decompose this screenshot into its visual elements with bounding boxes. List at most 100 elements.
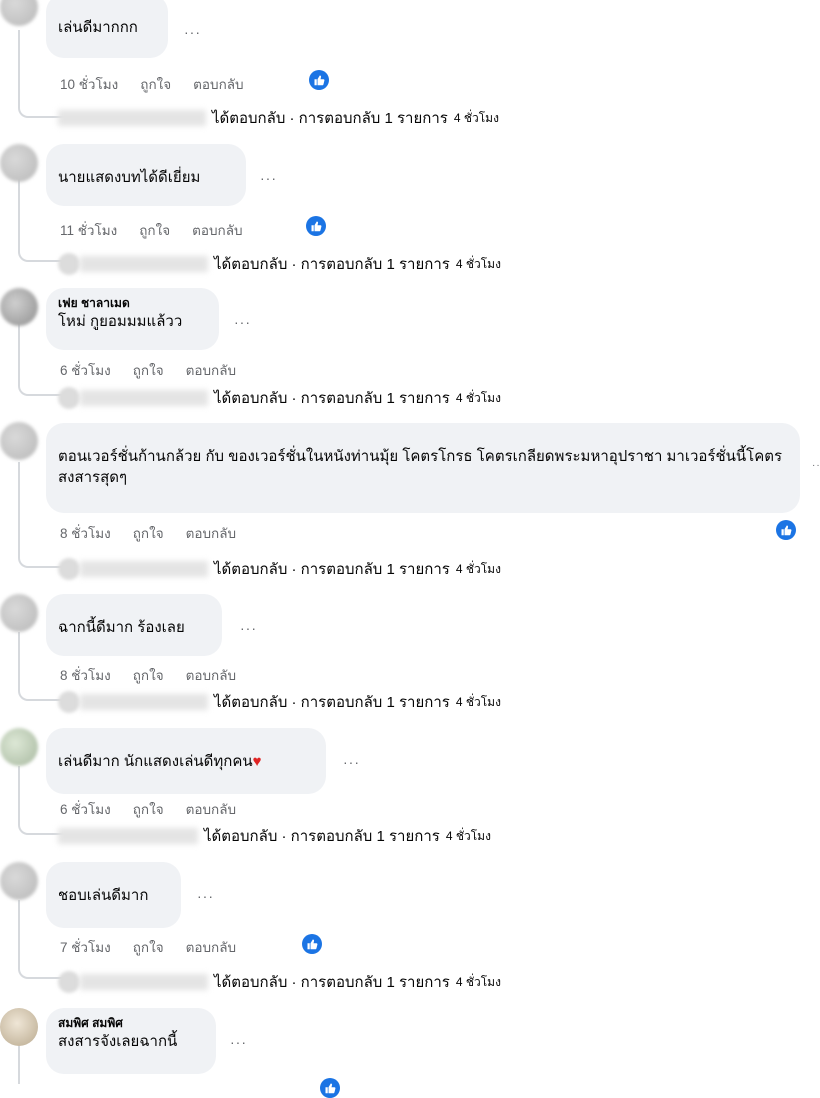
reply-button[interactable]: ตอบกลับ — [186, 798, 236, 820]
like-reaction-icon[interactable] — [309, 70, 329, 90]
more-options-icon[interactable]: ··· — [234, 314, 251, 330]
avatar[interactable] — [0, 1008, 38, 1046]
like-reaction-icon[interactable] — [302, 934, 322, 954]
more-options-icon[interactable]: ··· — [812, 460, 820, 471]
comment-text: เล่นดีมากกก — [58, 19, 138, 36]
like-button[interactable]: ถูกใจ — [140, 73, 171, 95]
reply-author-blurred — [80, 561, 208, 577]
like-button[interactable]: ถูกใจ — [139, 219, 170, 241]
author-name[interactable] — [58, 2, 156, 17]
like-reaction-icon[interactable] — [306, 216, 326, 236]
comment-text: ฉากนี้ดีมาก ร้องเลย — [58, 619, 185, 636]
more-options-icon[interactable]: ··· — [197, 888, 214, 904]
view-replies-link[interactable]: ได้ตอบกลับ · การตอบกลับ 1 รายการ 4 ชั่วโ… — [58, 252, 501, 276]
like-button[interactable]: ถูกใจ — [133, 798, 164, 820]
reply-button[interactable]: ตอบกลับ — [186, 359, 236, 381]
replies-summary: ได้ตอบกลับ · การตอบกลับ 1 รายการ — [204, 828, 440, 845]
reply-time: 4 ชั่วโมง — [455, 974, 501, 989]
replies-summary: ได้ตอบกลับ · การตอบกลับ 1 รายการ — [214, 974, 450, 991]
more-options-icon[interactable]: ··· — [343, 754, 360, 770]
like-button[interactable]: ถูกใจ — [133, 359, 164, 381]
view-replies-link[interactable]: ได้ตอบกลับ · การตอบกลับ 1 รายการ 4 ชั่วโ… — [58, 386, 501, 410]
more-options-icon[interactable]: ··· — [184, 24, 201, 40]
view-replies-link[interactable]: ได้ตอบกลับ · การตอบกลับ 1 รายการ 4 ชั่วโ… — [58, 970, 501, 994]
view-replies-link[interactable]: ได้ตอบกลับ · การตอบกลับ 1 รายการ 4 ชั่วโ… — [58, 557, 501, 581]
comment-text: โหม่ กูยอมมมแล้วว — [58, 313, 183, 330]
comment-time[interactable]: 8 ชั่วโมง — [60, 522, 111, 544]
comment-text: ชอบเล่นดีมาก — [58, 887, 149, 904]
comment-bubble: เล่นดีมาก นักแสดงเล่นดีทุกคน♥ — [46, 728, 326, 794]
comment-actions: 8 ชั่วโมง ถูกใจ ตอบกลับ — [60, 522, 236, 544]
replies-summary: ได้ตอบกลับ · การตอบกลับ 1 รายการ — [214, 390, 450, 407]
comment-bubble: ฉากนี้ดีมาก ร้องเลย — [46, 594, 222, 656]
reply-time: 4 ชั่วโมง — [445, 828, 491, 843]
comment-bubble: ตอนเวอร์ชั่นก้านกล้วย กับ ของเวอร์ชั่นใน… — [46, 423, 800, 513]
comment-time[interactable]: 11 ชั่วโมง — [60, 219, 117, 241]
comment-time[interactable]: 7 ชั่วโมง — [60, 936, 111, 958]
reply-time: 4 ชั่วโมง — [455, 256, 501, 271]
reply-button[interactable]: ตอบกลับ — [186, 936, 236, 958]
avatar[interactable] — [0, 422, 38, 460]
view-replies-link[interactable]: ได้ตอบกลับ · การตอบกลับ 1 รายการ 4 ชั่วโ… — [58, 106, 499, 130]
replies-summary: ได้ตอบกลับ · การตอบกลับ 1 รายการ — [214, 694, 450, 711]
comment-time[interactable]: 8 ชั่วโมง — [60, 664, 111, 686]
reply-avatar — [58, 691, 80, 713]
reply-author-blurred — [58, 110, 206, 126]
reply-author-blurred — [58, 828, 198, 844]
replies-summary: ได้ตอบกลับ · การตอบกลับ 1 รายการ — [214, 256, 450, 273]
author-name[interactable] — [58, 431, 788, 446]
comment-time[interactable]: 10 ชั่วโมง — [60, 73, 118, 95]
thread-line — [18, 632, 20, 688]
like-button[interactable]: ถูกใจ — [133, 936, 164, 958]
comment-text: เล่นดีมาก นักแสดงเล่นดีทุกคน♥ — [58, 753, 262, 770]
reply-time: 4 ชั่วโมง — [453, 110, 499, 125]
reply-time: 4 ชั่วโมง — [455, 561, 501, 576]
more-options-icon[interactable]: ··· — [240, 620, 257, 636]
reply-avatar — [58, 253, 80, 275]
author-name[interactable]: สมพิศ สมพิศ — [58, 1016, 204, 1031]
comment-actions: 8 ชั่วโมง ถูกใจ ตอบกลับ — [60, 664, 236, 686]
comment-actions: 10 ชั่วโมง ถูกใจ ตอบกลับ — [60, 73, 244, 95]
avatar[interactable] — [0, 728, 38, 766]
avatar[interactable] — [0, 288, 38, 326]
thread-line — [18, 766, 20, 822]
author-name[interactable] — [58, 870, 169, 885]
heart-emoji-icon: ♥ — [252, 753, 262, 770]
reply-button[interactable]: ตอบกลับ — [186, 664, 236, 686]
avatar[interactable] — [0, 0, 38, 26]
reply-author-blurred — [80, 256, 208, 272]
comment-actions: 6 ชั่วโมง ถูกใจ ตอบกลับ — [60, 798, 236, 820]
reply-time: 4 ชั่วโมง — [455, 390, 501, 405]
replies-summary: ได้ตอบกลับ · การตอบกลับ 1 รายการ — [212, 110, 448, 127]
more-options-icon[interactable]: ··· — [260, 170, 277, 186]
avatar[interactable] — [0, 862, 38, 900]
comment-text: นายแสดงบทได้ดีเยี่ยม — [58, 169, 201, 186]
view-replies-link[interactable]: ได้ตอบกลับ · การตอบกลับ 1 รายการ 4 ชั่วโ… — [58, 824, 491, 848]
author-name[interactable] — [58, 602, 210, 617]
author-name[interactable] — [58, 152, 234, 167]
comment-text: ตอนเวอร์ชั่นก้านกล้วย กับ ของเวอร์ชั่นใน… — [58, 448, 783, 486]
comment-time[interactable]: 6 ชั่วโมง — [60, 798, 111, 820]
comment-actions: 6 ชั่วโมง ถูกใจ ตอบกลับ — [60, 359, 236, 381]
reply-button[interactable]: ตอบกลับ — [186, 522, 236, 544]
view-replies-link[interactable]: ได้ตอบกลับ · การตอบกลับ 1 รายการ 4 ชั่วโ… — [58, 690, 501, 714]
comment-bubble: เล่นดีมากกก — [46, 0, 168, 58]
author-name[interactable] — [58, 736, 314, 751]
avatar[interactable] — [0, 144, 38, 182]
thread-line — [18, 320, 20, 383]
like-reaction-icon[interactable] — [776, 520, 796, 540]
like-button[interactable]: ถูกใจ — [133, 522, 164, 544]
reply-author-blurred — [80, 694, 208, 710]
like-reaction-icon[interactable] — [320, 1078, 340, 1098]
avatar[interactable] — [0, 594, 38, 632]
like-button[interactable]: ถูกใจ — [133, 664, 164, 686]
comment-time[interactable]: 6 ชั่วโมง — [60, 359, 111, 381]
thread-line — [18, 178, 20, 250]
more-options-icon[interactable]: ··· — [230, 1034, 247, 1050]
comment-actions: 11 ชั่วโมง ถูกใจ ตอบกลับ — [60, 219, 243, 241]
reply-author-blurred — [80, 974, 208, 990]
reply-button[interactable]: ตอบกลับ — [192, 219, 242, 241]
thread-line — [18, 462, 20, 555]
reply-button[interactable]: ตอบกลับ — [193, 73, 243, 95]
author-name[interactable]: เฟย ชาลาเมด — [58, 296, 207, 311]
